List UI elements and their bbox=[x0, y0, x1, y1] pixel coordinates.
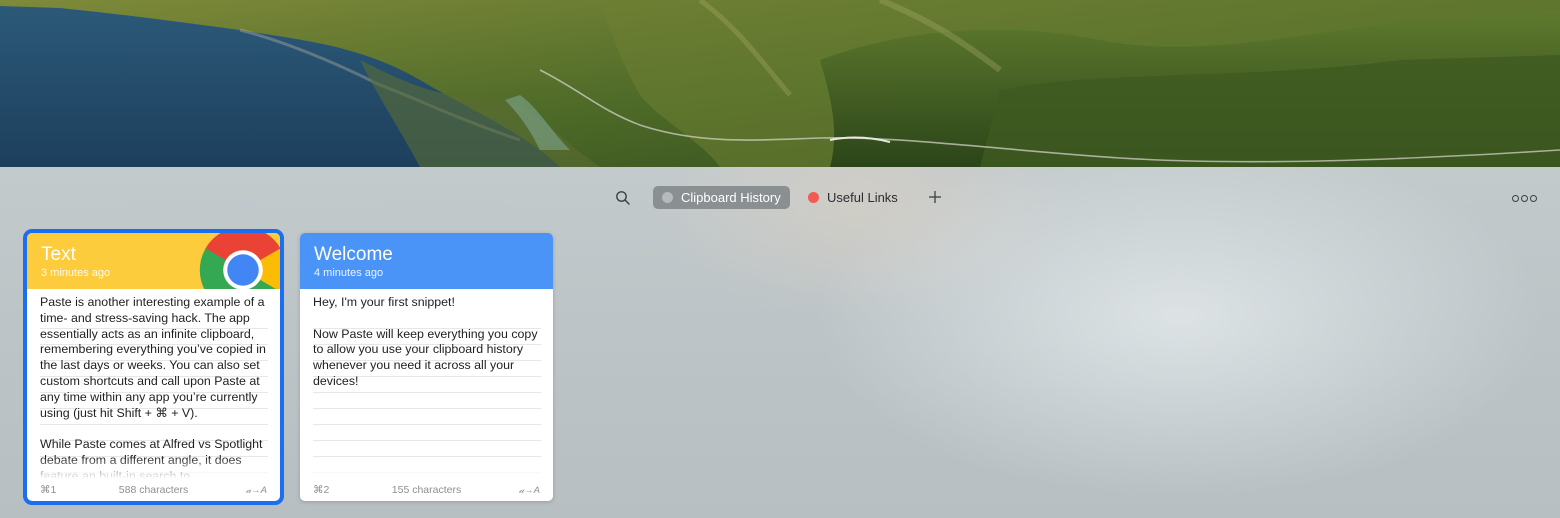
card-content: Paste is another interesting example of … bbox=[27, 289, 280, 479]
card-content: Hey, I'm your first snippet! Now Paste w… bbox=[300, 289, 553, 479]
pinboard-color-dot bbox=[662, 192, 673, 203]
pinboard-tab-clipboard-history[interactable]: Clipboard History bbox=[653, 186, 790, 209]
paste-panel: Clipboard History Useful Links Text 3 mi… bbox=[0, 167, 1560, 518]
card-timestamp: 4 minutes ago bbox=[314, 267, 384, 279]
pinboard-toolbar: Clipboard History Useful Links bbox=[0, 185, 1560, 211]
card-character-count: 588 characters bbox=[118, 484, 189, 496]
chrome-icon bbox=[199, 233, 280, 289]
pinboard-tab-label: Clipboard History bbox=[681, 190, 781, 205]
clipboard-card-welcome[interactable]: Welcome 4 minutes ago Hey, I'm your firs… bbox=[300, 233, 553, 501]
desktop-wallpaper bbox=[0, 0, 1560, 167]
plus-icon[interactable] bbox=[927, 189, 943, 205]
card-shortcut: ⌘2 bbox=[313, 484, 330, 496]
card-header: Welcome 4 minutes ago bbox=[300, 233, 553, 289]
more-dot bbox=[1512, 194, 1519, 202]
more-dot bbox=[1521, 194, 1528, 202]
card-footer: ⌘2 155 characters 𝒶→A bbox=[300, 479, 553, 501]
card-footer: ⌘1 588 characters 𝒶→A bbox=[27, 479, 280, 501]
card-shortcut: ⌘1 bbox=[40, 484, 57, 496]
card-type: Welcome bbox=[314, 244, 393, 265]
wallpaper-image bbox=[0, 0, 1560, 167]
pinboard-tab-useful-links[interactable]: Useful Links bbox=[799, 186, 909, 209]
card-character-count: 155 characters bbox=[391, 484, 462, 496]
clipboard-card-text[interactable]: Text 3 minutes ago Paste is another inte… bbox=[23, 229, 284, 505]
search-icon[interactable] bbox=[614, 189, 632, 207]
pinboard-tab-label: Useful Links bbox=[827, 190, 898, 205]
more-dot bbox=[1530, 194, 1537, 202]
more-icon[interactable] bbox=[1512, 191, 1540, 205]
paste-as-plain-text-icon[interactable]: 𝒶→A bbox=[246, 485, 267, 496]
paste-as-plain-text-icon[interactable]: 𝒶→A bbox=[519, 485, 540, 496]
pinboard-color-dot bbox=[808, 192, 819, 203]
card-header: Text 3 minutes ago bbox=[27, 233, 280, 289]
